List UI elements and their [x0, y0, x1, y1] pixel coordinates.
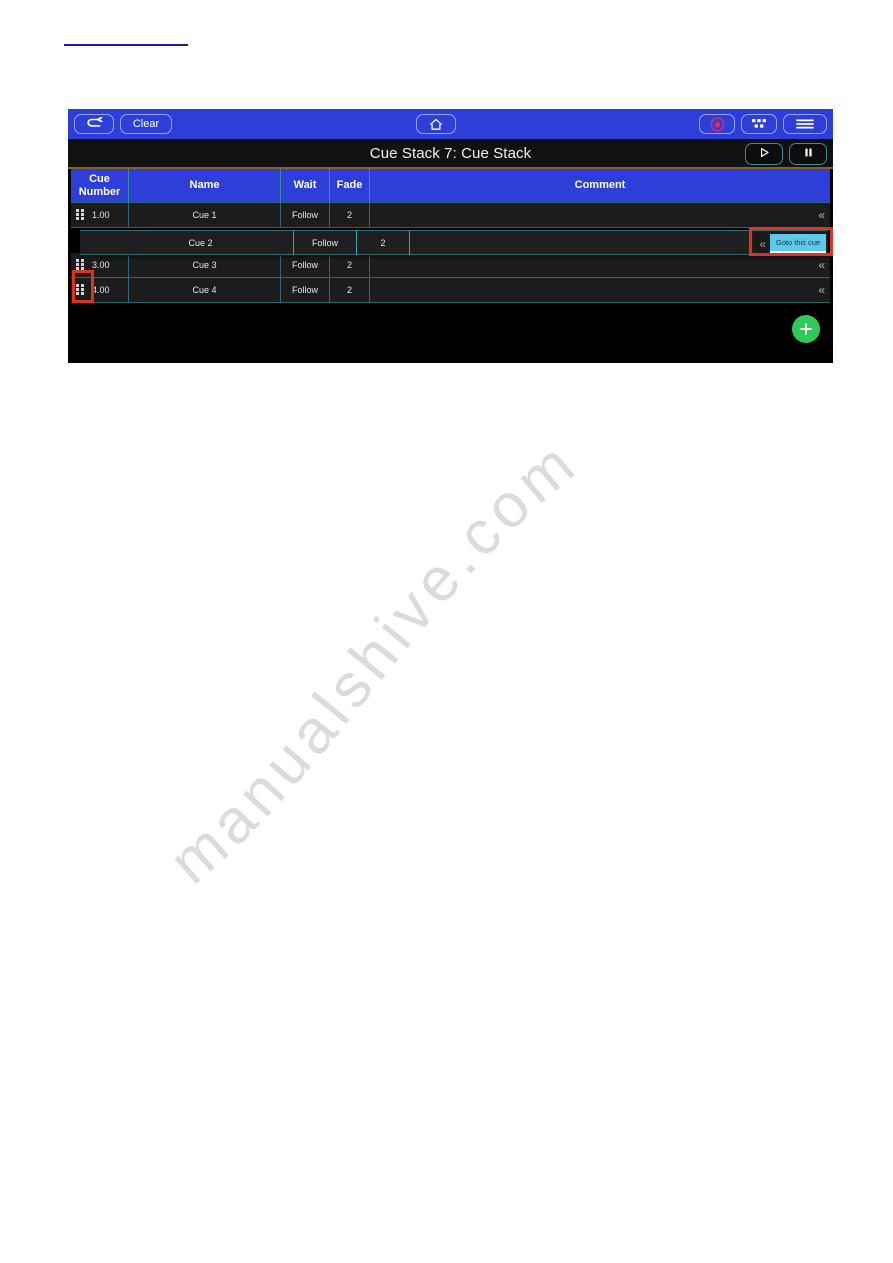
dragged-cell-wait[interactable]: Follow — [294, 230, 357, 255]
top-toolbar: Clear — [68, 109, 833, 139]
play-button[interactable] — [745, 143, 783, 165]
play-icon — [759, 145, 770, 163]
table-row[interactable]: 1.00 Cue 1 Follow 2 « — [71, 203, 830, 228]
plus-icon — [798, 321, 814, 337]
cue-stack-title-bar: Cue Stack 7: Cue Stack — [68, 139, 833, 169]
add-cue-button[interactable] — [792, 315, 820, 343]
cell-cue-number[interactable]: 1.00 — [71, 203, 129, 228]
table-row[interactable]: 3.00 Cue 3 Follow 2 « — [71, 253, 830, 278]
cell-fade[interactable]: 2 — [330, 203, 370, 228]
clear-button-label: Clear — [132, 118, 160, 130]
drag-handle-icon[interactable] — [76, 284, 85, 296]
back-button[interactable] — [74, 114, 114, 134]
cue-number-value: 3.00 — [92, 260, 110, 270]
column-header-fade: Fade — [330, 169, 370, 203]
redacted-link-underline — [64, 44, 188, 46]
table-row[interactable]: 4.00 Cue 4 Follow 2 « — [71, 278, 830, 303]
double-chevron-left-icon[interactable]: « — [754, 237, 770, 251]
double-chevron-left-icon[interactable]: « — [818, 283, 825, 297]
double-chevron-left-icon[interactable]: « — [818, 208, 825, 222]
goto-this-cue-popup: « Goto this cue — [754, 231, 826, 254]
home-button[interactable] — [415, 114, 456, 134]
back-arrow-icon — [84, 116, 104, 131]
home-icon — [429, 118, 443, 131]
toolbar-right-group — [699, 114, 827, 134]
column-header-name: Name — [129, 169, 281, 203]
svg-text:manualshive.com: manualshive.com — [170, 427, 591, 898]
cell-cue-number[interactable]: 3.00 — [71, 253, 129, 278]
dragged-cell-comment[interactable]: « Goto this cue — [410, 230, 828, 255]
drag-handle-icon[interactable] — [76, 259, 85, 271]
console-screenshot: Clear Cue Stack 7: Cue Stack Cue Number … — [68, 109, 833, 363]
grid-apps-icon — [751, 117, 767, 131]
goto-this-cue-button[interactable]: Goto this cue — [770, 234, 826, 253]
pause-button[interactable] — [789, 143, 827, 165]
dragged-cell-name[interactable]: Cue 2 — [108, 230, 294, 255]
cue-number-value: 4.00 — [92, 285, 110, 295]
cell-wait[interactable]: Follow — [281, 278, 330, 303]
cell-fade[interactable]: 2 — [330, 278, 370, 303]
clear-button[interactable]: Clear — [120, 114, 172, 134]
dragged-cue-row[interactable]: Cue 2 Follow 2 « Goto this cue — [80, 230, 828, 255]
drag-handle-icon[interactable] — [76, 209, 85, 221]
column-header-comment: Comment — [370, 169, 830, 203]
transport-controls — [745, 143, 827, 165]
apps-grid-button[interactable] — [741, 114, 777, 134]
cue-list-table: Cue Number Name Wait Fade Comment 1.00 C… — [68, 169, 833, 363]
cell-comment[interactable]: « — [370, 278, 830, 303]
cell-wait[interactable]: Follow — [281, 203, 330, 228]
pause-icon — [804, 145, 813, 163]
page-root: Clear Cue Stack 7: Cue Stack Cue Number … — [0, 0, 893, 1263]
dragged-row-handle-slot — [80, 230, 108, 255]
hamburger-menu-icon — [795, 118, 815, 130]
column-header-wait: Wait — [281, 169, 330, 203]
hamburger-menu-button[interactable] — [783, 114, 827, 134]
cell-name[interactable]: Cue 4 — [129, 278, 281, 303]
cell-comment[interactable]: « — [370, 253, 830, 278]
column-header-cue-number-line1: Cue — [89, 173, 110, 186]
page-title: Cue Stack 7: Cue Stack — [369, 144, 532, 162]
record-icon — [710, 117, 725, 132]
cue-number-value: 1.00 — [92, 210, 110, 220]
cell-fade[interactable]: 2 — [330, 253, 370, 278]
cell-comment[interactable]: « — [370, 203, 830, 228]
cell-name[interactable]: Cue 3 — [129, 253, 281, 278]
column-header-cue-number-line2: Number — [78, 185, 121, 198]
record-button[interactable] — [699, 114, 735, 134]
table-header-row: Cue Number Name Wait Fade Comment — [71, 169, 830, 203]
double-chevron-left-icon[interactable]: « — [818, 258, 825, 272]
watermark: manualshive.com — [170, 355, 770, 915]
cell-cue-number[interactable]: 4.00 — [71, 278, 129, 303]
dragged-cell-fade[interactable]: 2 — [357, 230, 410, 255]
column-header-cue-number: Cue Number — [71, 169, 129, 203]
cell-wait[interactable]: Follow — [281, 253, 330, 278]
cell-name[interactable]: Cue 1 — [129, 203, 281, 228]
